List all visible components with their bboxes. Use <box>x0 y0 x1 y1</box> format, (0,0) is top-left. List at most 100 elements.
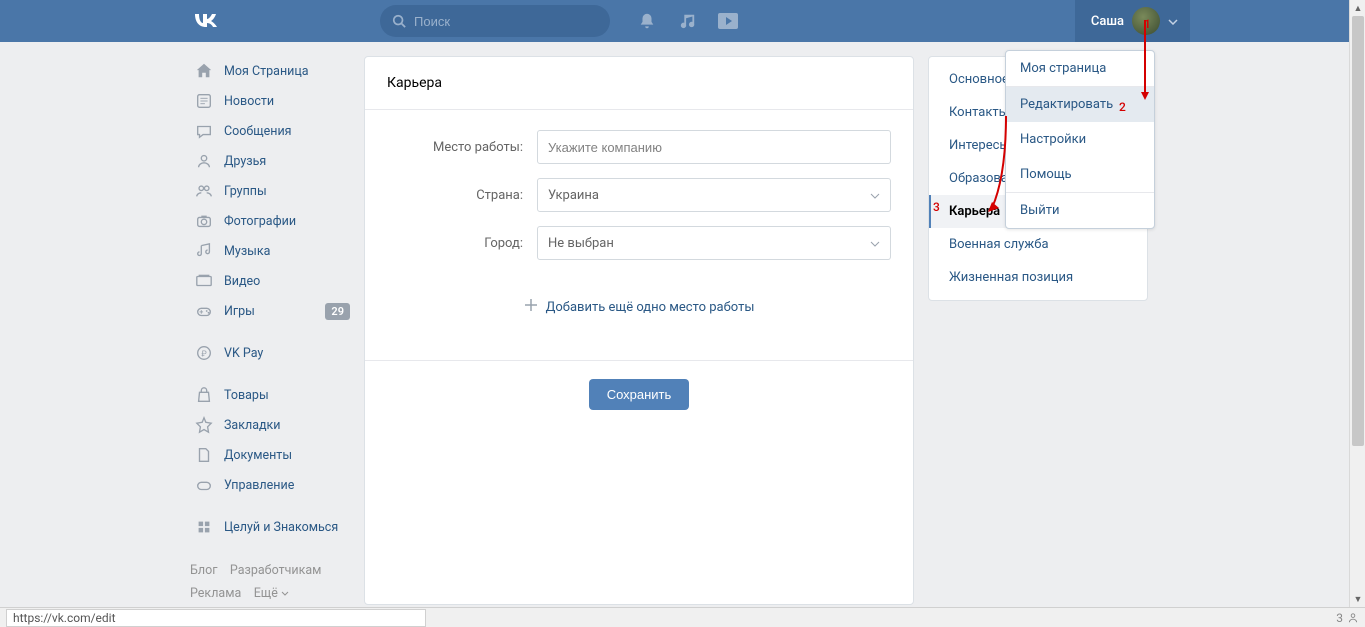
app-header: Саша <box>0 0 1365 42</box>
page-title: Карьера <box>387 75 891 91</box>
bell-icon[interactable] <box>638 12 656 30</box>
nav-label: Целуй и Знакомься <box>224 520 338 535</box>
nav-friends[interactable]: Друзья <box>190 146 350 176</box>
scroll-up-icon[interactable]: ▲ <box>1350 0 1365 16</box>
nav-video[interactable]: Видео <box>190 266 350 296</box>
card-header: Карьера <box>365 57 913 110</box>
search-icon <box>392 14 406 28</box>
country-select[interactable]: Украина <box>537 178 891 212</box>
music-icon <box>194 241 214 261</box>
search-box[interactable] <box>380 5 610 37</box>
country-label: Страна: <box>387 188 537 203</box>
nav-label: Управление <box>224 478 294 493</box>
scroll-down-icon[interactable]: ▼ <box>1350 591 1365 607</box>
nav-market[interactable]: Товары <box>190 380 350 410</box>
nav-photos[interactable]: Фотографии <box>190 206 350 236</box>
video-icon[interactable] <box>718 13 738 29</box>
manage-icon <box>194 475 214 495</box>
user-name: Саша <box>1091 14 1124 29</box>
nav-games[interactable]: Игры 29 <box>190 296 350 326</box>
nav-label: Моя Страница <box>224 64 309 79</box>
dd-help[interactable]: Помощь <box>1006 157 1154 192</box>
pay-icon: ₽ <box>194 343 214 363</box>
dd-edit[interactable]: Редактировать <box>1006 87 1154 122</box>
bag-icon <box>194 385 214 405</box>
nav-manage[interactable]: Управление <box>190 470 350 500</box>
camera-icon <box>194 211 214 231</box>
docs-icon <box>194 445 214 465</box>
groups-icon <box>194 181 214 201</box>
footer-blog[interactable]: Блог <box>190 563 217 578</box>
nav-label: Закладки <box>224 418 281 433</box>
footer-links: Блог Разработчикам Реклама Ещё <box>190 560 350 605</box>
city-select[interactable]: Не выбран <box>537 226 891 260</box>
music-icon[interactable] <box>678 12 696 30</box>
nav-label: Новости <box>224 94 274 109</box>
nav-groups[interactable]: Группы <box>190 176 350 206</box>
dd-settings[interactable]: Настройки <box>1006 122 1154 157</box>
tab-count: 3 <box>1336 611 1343 625</box>
svg-text:₽: ₽ <box>201 349 207 359</box>
app-icon <box>194 517 214 537</box>
annotation-arrow-2 <box>988 116 1008 214</box>
nav-label: Друзья <box>224 154 266 169</box>
dd-my-page[interactable]: Моя страница <box>1006 51 1154 86</box>
nav-my-page[interactable]: Моя Страница <box>190 56 350 86</box>
nav-bookmarks[interactable]: Закладки <box>190 410 350 440</box>
page-scrollbar[interactable]: ▲ ▼ <box>1349 0 1365 607</box>
news-icon <box>194 91 214 111</box>
workplace-input[interactable] <box>537 130 891 164</box>
star-icon <box>194 415 214 435</box>
dd-logout[interactable]: Выйти <box>1006 193 1154 228</box>
tabs-icon <box>1347 612 1359 624</box>
nav-label: Музыка <box>224 244 270 259</box>
status-url: https://vk.com/edit <box>6 609 426 627</box>
footer-more[interactable]: Ещё <box>254 586 289 601</box>
nav-label: VK Pay <box>224 346 263 361</box>
nav-vkpay[interactable]: ₽ VK Pay <box>190 338 350 368</box>
nav-label: Сообщения <box>224 124 292 139</box>
city-value: Не выбран <box>548 236 614 251</box>
nav-news[interactable]: Новости <box>190 86 350 116</box>
career-card: Карьера Место работы: Страна: Украина Го… <box>364 56 914 605</box>
footer-ads[interactable]: Реклама <box>190 586 241 601</box>
sec-military[interactable]: Военная служба <box>929 228 1147 261</box>
country-value: Украина <box>548 188 599 203</box>
chevron-down-icon <box>870 236 880 251</box>
video-icon <box>194 271 214 291</box>
add-label: Добавить ещё одно место работы <box>546 300 755 315</box>
left-nav: Моя Страница Новости Сообщения Друзья Гр… <box>190 56 350 605</box>
nav-label: Фотографии <box>224 214 296 229</box>
scroll-thumb[interactable] <box>1352 16 1364 446</box>
browser-status-bar: https://vk.com/edit 3 <box>0 607 1365 627</box>
plus-icon <box>524 298 538 316</box>
workplace-field[interactable] <box>548 140 880 155</box>
nav-badge: 29 <box>325 303 350 320</box>
nav-messages[interactable]: Сообщения <box>190 116 350 146</box>
user-dropdown: Моя страница Редактировать Настройки Пом… <box>1005 50 1155 229</box>
chevron-down-icon <box>1168 14 1178 29</box>
annotation-number-3: 3 <box>933 200 940 214</box>
add-workplace-button[interactable]: Добавить ещё одно место работы <box>387 274 891 340</box>
friends-icon <box>194 151 214 171</box>
nav-label: Игры <box>224 304 255 319</box>
search-input[interactable] <box>414 14 598 29</box>
home-icon <box>194 61 214 81</box>
nav-label: Документы <box>224 448 292 463</box>
header-icons <box>638 12 738 30</box>
vk-logo[interactable] <box>190 9 220 34</box>
user-menu-toggle[interactable]: Саша <box>1075 0 1190 42</box>
tab-indicator[interactable]: 3 <box>1336 611 1359 625</box>
nav-kiss-app[interactable]: Целуй и Знакомься <box>190 512 350 542</box>
nav-music[interactable]: Музыка <box>190 236 350 266</box>
nav-docs[interactable]: Документы <box>190 440 350 470</box>
nav-label: Товары <box>224 388 269 403</box>
messages-icon <box>194 121 214 141</box>
footer-dev[interactable]: Разработчикам <box>230 563 322 578</box>
sec-life[interactable]: Жизненная позиция <box>929 261 1147 294</box>
nav-label: Группы <box>224 184 267 199</box>
save-button[interactable]: Сохранить <box>589 379 690 410</box>
annotation-number-2: 2 <box>1119 100 1126 114</box>
annotation-arrow-1 <box>1140 20 1150 100</box>
games-icon <box>194 301 214 321</box>
